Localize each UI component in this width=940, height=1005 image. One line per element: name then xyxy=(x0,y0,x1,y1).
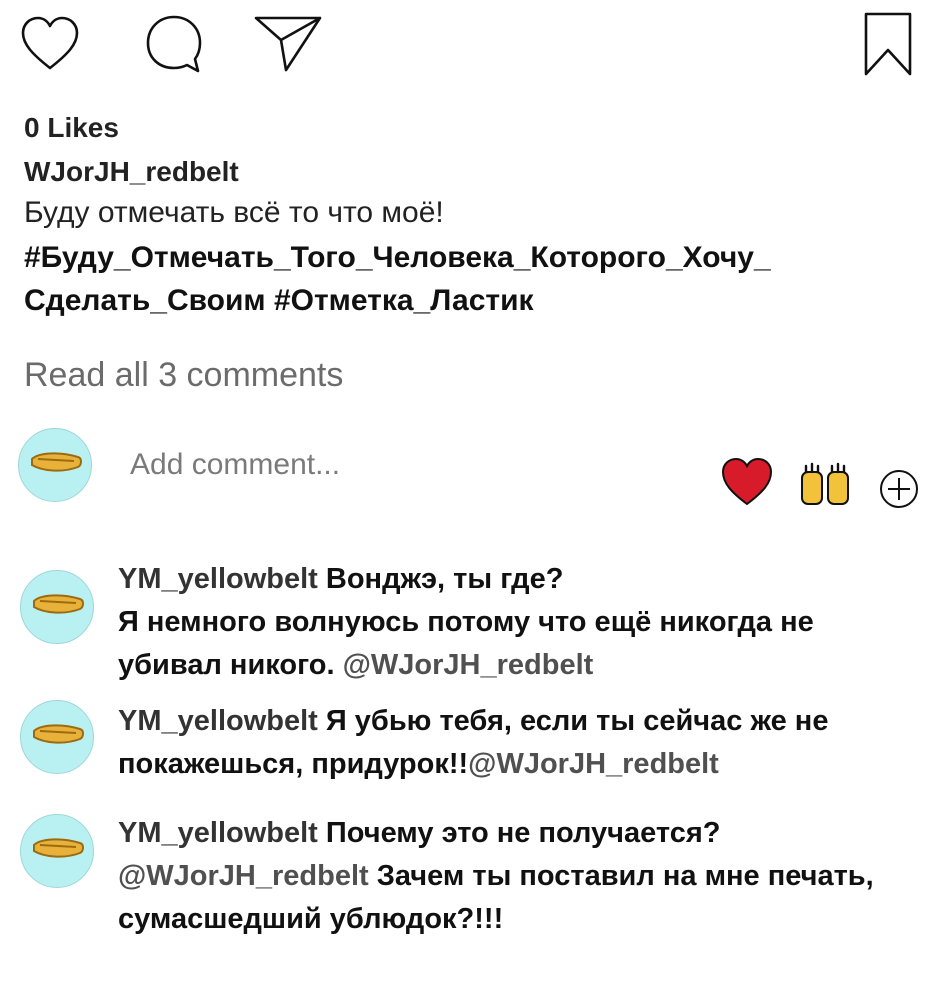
comment-avatar[interactable] xyxy=(20,700,94,774)
comment-item: YM_yellowbelt Вонджэ, ты где? Я немного … xyxy=(118,558,918,687)
yellow-belt-icon xyxy=(33,724,84,744)
comment-text: Почему это не получается? xyxy=(325,817,721,849)
share-button[interactable] xyxy=(252,12,324,74)
comment-item: YM_yellowbelt Я убью тебя, если ты сейча… xyxy=(118,700,918,786)
comment-avatar[interactable] xyxy=(20,814,94,888)
read-all-comments-link[interactable]: Read all 3 comments xyxy=(24,356,343,395)
likes-count[interactable]: 0 Likes xyxy=(24,112,119,144)
add-comment-input[interactable]: Add comment... xyxy=(130,448,340,482)
heart-reaction-button[interactable] xyxy=(720,456,774,508)
post-author[interactable]: WJorJH_redbelt xyxy=(24,156,239,188)
heart-outline-icon xyxy=(21,16,79,70)
comment-mention[interactable]: @WJorJH_redbelt xyxy=(118,860,369,892)
comment-item: YM_yellowbelt Почему это не получается? … xyxy=(118,812,918,941)
paper-plane-icon xyxy=(254,16,322,72)
raised-hands-reaction-button[interactable] xyxy=(798,462,852,508)
comment-bubble-icon xyxy=(146,15,202,73)
raised-hands-emoji xyxy=(801,462,849,505)
comment-username[interactable]: YM_yellowbelt xyxy=(118,705,318,737)
yellow-belt-icon xyxy=(31,452,82,472)
bookmark-icon xyxy=(864,12,912,76)
current-user-avatar xyxy=(18,428,92,502)
comment-button[interactable] xyxy=(142,12,206,76)
comment-username[interactable]: YM_yellowbelt xyxy=(118,563,318,595)
yellow-belt-icon xyxy=(33,838,84,858)
save-button[interactable] xyxy=(862,10,914,78)
add-reaction-button[interactable] xyxy=(878,468,920,510)
comment-username[interactable]: YM_yellowbelt xyxy=(118,817,318,849)
add-reaction-icon xyxy=(880,470,918,508)
like-button[interactable] xyxy=(18,14,82,74)
comment-mention[interactable]: @WJorJH_redbelt xyxy=(343,649,594,681)
comment-mention[interactable]: @WJorJH_redbelt xyxy=(468,748,719,780)
comment-avatar[interactable] xyxy=(20,570,94,644)
yellow-belt-icon xyxy=(33,594,84,614)
post-caption: Буду отмечать всё то что моё! xyxy=(24,196,444,229)
heart-emoji xyxy=(721,457,773,506)
post-hashtags[interactable]: #Буду_Отмечать_Того_Человека_Которого_Хо… xyxy=(24,236,904,322)
